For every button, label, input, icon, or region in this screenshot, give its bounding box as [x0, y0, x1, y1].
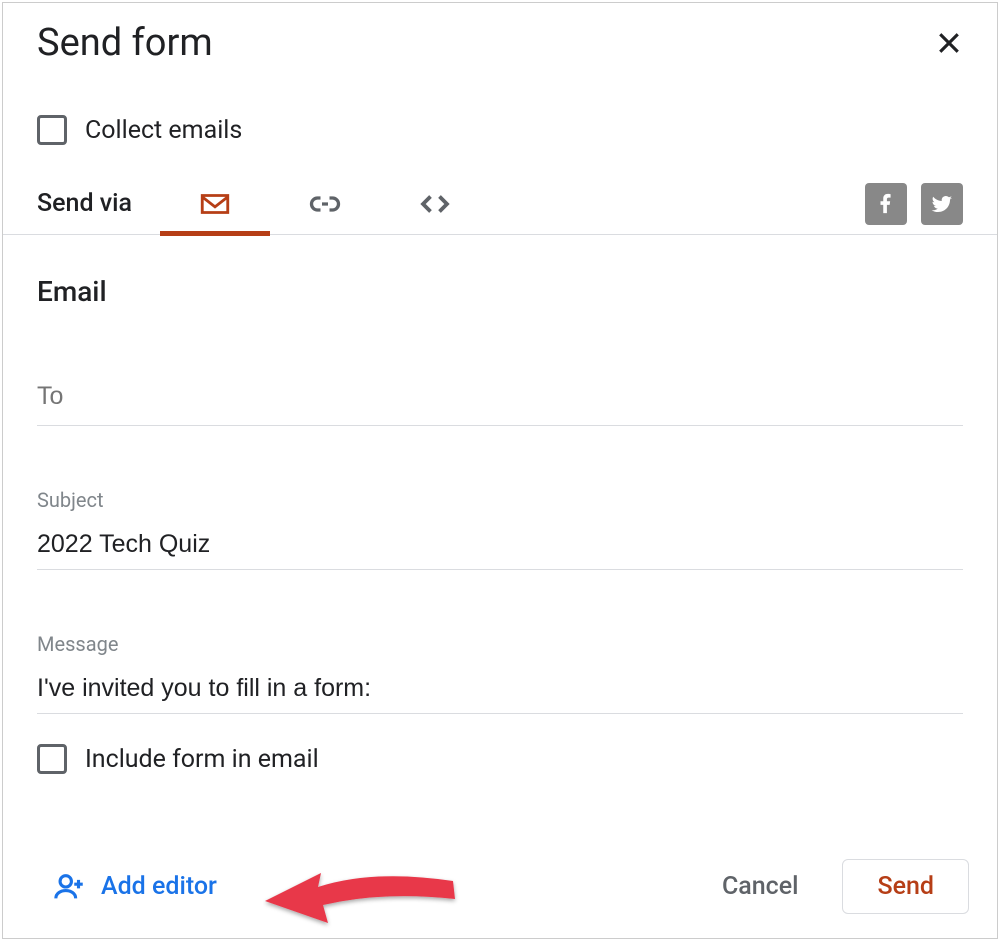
- message-field-group: Message: [37, 632, 963, 714]
- email-icon: [198, 187, 232, 221]
- email-panel: Email Subject Message Include form in em…: [3, 235, 997, 839]
- cancel-button[interactable]: Cancel: [704, 860, 817, 913]
- collect-emails-row: Collect emails: [3, 83, 997, 173]
- add-editor-button[interactable]: Add editor: [53, 870, 217, 904]
- close-button[interactable]: [929, 23, 969, 63]
- send-via-label: Send via: [37, 189, 132, 218]
- tab-embed[interactable]: [380, 173, 490, 235]
- message-label: Message: [37, 632, 963, 656]
- email-section-title: Email: [37, 275, 963, 308]
- dialog-footer: Add editor Cancel Send: [3, 839, 997, 938]
- embed-icon: [417, 186, 453, 222]
- to-field-group: [37, 378, 963, 426]
- dialog-header: Send form: [3, 3, 997, 83]
- include-form-checkbox[interactable]: [37, 744, 67, 774]
- link-icon: [307, 186, 343, 222]
- subject-field-group: Subject: [37, 488, 963, 570]
- subject-input[interactable]: [37, 526, 963, 570]
- tab-email[interactable]: [160, 173, 270, 235]
- to-input[interactable]: [37, 378, 963, 426]
- tab-link[interactable]: [270, 173, 380, 235]
- send-form-dialog: Send form Collect emails Send via Em: [2, 2, 998, 939]
- twitter-icon: [930, 192, 954, 216]
- social-share: [865, 183, 963, 225]
- dialog-title: Send form: [37, 21, 213, 65]
- twitter-share-button[interactable]: [921, 183, 963, 225]
- message-input[interactable]: [37, 670, 963, 714]
- facebook-share-button[interactable]: [865, 183, 907, 225]
- subject-label: Subject: [37, 488, 963, 512]
- facebook-icon: [875, 193, 897, 215]
- collect-emails-checkbox[interactable]: [37, 115, 67, 145]
- include-form-row: Include form in email: [37, 744, 963, 774]
- include-form-label: Include form in email: [85, 745, 319, 774]
- add-editor-label: Add editor: [101, 872, 217, 901]
- close-icon: [934, 28, 964, 58]
- footer-actions: Cancel Send: [704, 859, 969, 914]
- send-via-tabs: Send via: [3, 173, 997, 235]
- collect-emails-label: Collect emails: [85, 116, 242, 145]
- person-add-icon: [53, 870, 87, 904]
- send-button[interactable]: Send: [842, 859, 969, 914]
